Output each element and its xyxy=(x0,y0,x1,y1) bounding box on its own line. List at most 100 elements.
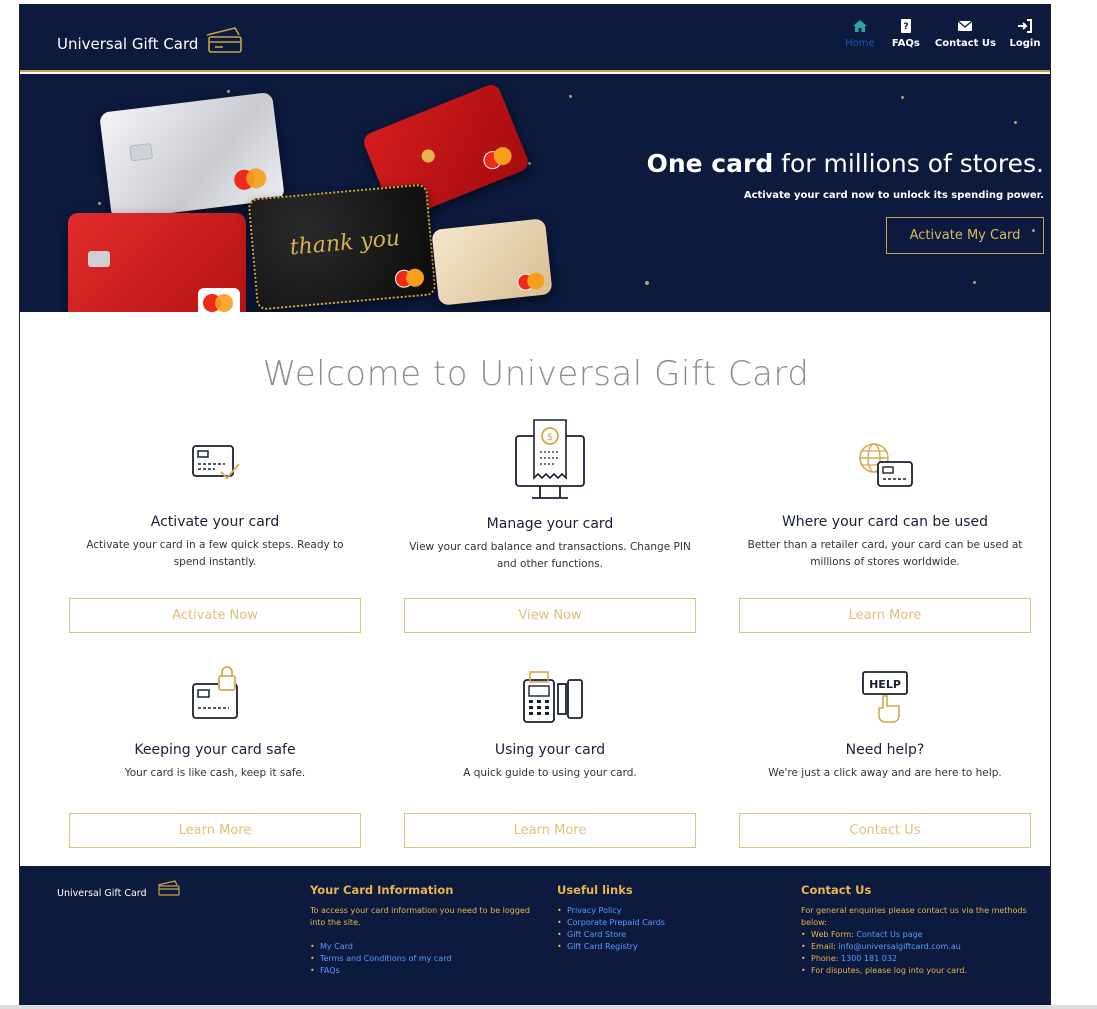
star-decoration xyxy=(901,96,904,99)
envelope-icon xyxy=(958,20,973,31)
learn-more-where-used-button[interactable]: Learn More xyxy=(739,598,1031,633)
footer-contact-list: Web Form: Contact Us page Email: info@un… xyxy=(801,929,1036,977)
nav-home-label: Home xyxy=(845,38,875,49)
feature-using: Using your card A quick guide to using y… xyxy=(404,666,696,782)
ribbon-bow-icon xyxy=(408,136,448,176)
email-label: Email: xyxy=(811,942,836,951)
footer-contact-text: For general enquiries please contact us … xyxy=(801,906,1027,927)
star-decoration xyxy=(1014,121,1017,124)
star-decoration xyxy=(645,281,649,285)
main-nav: Home ? FAQs Contact Us Login xyxy=(843,18,1042,49)
card-logo-icon xyxy=(157,880,180,896)
card-logo-icon xyxy=(206,27,242,53)
learn-more-safe-button[interactable]: Learn More xyxy=(69,813,361,848)
svg-text:$: $ xyxy=(547,432,553,443)
view-now-button[interactable]: View Now xyxy=(404,598,696,633)
footer-heading: Your Card Information xyxy=(310,883,454,897)
footer-card-links: My Card Terms and Conditions of my card … xyxy=(310,941,538,977)
feature-title: Manage your card xyxy=(486,516,614,532)
mastercard-logo-icon xyxy=(516,271,546,292)
chip-icon xyxy=(88,251,110,267)
footer-useful-list: Privacy Policy Corporate Prepaid Cards G… xyxy=(557,905,757,953)
list-item: FAQs xyxy=(310,965,538,977)
nav-contact-label: Contact Us xyxy=(934,38,996,49)
feature-activate: Activate your card Activate your card in… xyxy=(69,434,361,571)
footer-brand[interactable]: Universal Gift Card xyxy=(57,888,147,899)
web-form-label: Web Form: xyxy=(811,930,854,939)
svg-text:?: ? xyxy=(903,22,908,32)
disputes-text: For disputes, please log into your card. xyxy=(811,966,967,975)
star-decoration xyxy=(528,162,531,165)
star-decoration xyxy=(569,95,572,98)
my-card-link[interactable]: My Card xyxy=(320,942,353,951)
gift-card-store-link[interactable]: Gift Card Store xyxy=(567,930,626,939)
list-item: Terms and Conditions of my card xyxy=(310,953,538,965)
brand-name[interactable]: Universal Gift Card xyxy=(57,35,198,53)
contact-page-link[interactable]: Contact Us page xyxy=(856,930,922,939)
footer-useful-links: Useful links Privacy Policy Corporate Pr… xyxy=(557,883,757,953)
list-item: For disputes, please log into your card. xyxy=(801,965,1036,977)
list-item: Corporate Prepaid Cards xyxy=(557,917,757,929)
nav-contact[interactable]: Contact Us xyxy=(935,18,996,49)
hero-headline-bold: One card xyxy=(646,149,774,178)
corporate-cards-link[interactable]: Corporate Prepaid Cards xyxy=(567,918,665,927)
payment-terminal-icon xyxy=(523,671,583,723)
thank-you-text: thank you xyxy=(288,225,402,261)
feature-title: Using your card xyxy=(494,742,606,758)
activate-now-button[interactable]: Activate Now xyxy=(69,598,361,633)
monitor-receipt-icon: $ xyxy=(515,419,585,499)
footer-card-info: Your Card Information To access your car… xyxy=(310,883,538,977)
mastercard-logo-icon xyxy=(480,144,516,172)
nav-home[interactable]: Home xyxy=(843,18,877,49)
feature-safe: Keeping your card safe Your card is like… xyxy=(69,666,361,782)
help-sign-icon: HELP xyxy=(862,671,908,723)
help-sign-text: HELP xyxy=(869,678,901,691)
email-link[interactable]: info@universalgiftcard.com.au xyxy=(838,942,960,951)
footer-heading: Useful links xyxy=(557,883,633,897)
list-item: Web Form: Contact Us page xyxy=(801,929,1036,941)
feature-where-used: Where your card can be used Better than … xyxy=(739,434,1031,571)
list-item: Gift Card Registry xyxy=(557,941,757,953)
nav-faqs-label: FAQs xyxy=(891,38,920,49)
welcome-heading: Welcome to Universal Gift Card xyxy=(262,354,810,394)
feature-title: Keeping your card safe xyxy=(134,742,296,758)
feature-description: Better than a retailer card, your card c… xyxy=(747,539,1023,568)
nav-login[interactable]: Login xyxy=(1008,18,1042,49)
hero-banner: thank you One card for millions of store… xyxy=(20,74,1050,312)
red-gift-card xyxy=(68,213,246,312)
phone-link[interactable]: 1300 181 032 xyxy=(841,954,897,963)
list-item: Phone: 1300 181 032 xyxy=(801,953,1036,965)
login-icon xyxy=(1018,19,1032,33)
footer-heading: Contact Us xyxy=(801,883,872,897)
list-item: Privacy Policy xyxy=(557,905,757,917)
globe-card-icon xyxy=(859,443,913,487)
footer-card-info-text: To access your card information you need… xyxy=(310,906,530,927)
site-footer: Universal Gift Card Your Card Informatio… xyxy=(20,866,1050,1009)
top-nav-bar: Universal Gift Card Home ? FAQs Contact … xyxy=(20,4,1050,72)
feature-title: Activate your card xyxy=(150,514,280,530)
faqs-link[interactable]: FAQs xyxy=(320,966,340,975)
contact-us-button[interactable]: Contact Us xyxy=(739,813,1031,848)
faq-icon: ? xyxy=(900,19,911,33)
nav-login-label: Login xyxy=(1009,38,1041,49)
feature-description: We're just a click away and are here to … xyxy=(768,767,1002,779)
privacy-policy-link[interactable]: Privacy Policy xyxy=(567,906,622,915)
mastercard-logo-icon xyxy=(394,268,425,289)
mastercard-logo-icon xyxy=(198,288,240,312)
feature-title: Need help? xyxy=(845,742,925,758)
star-decoration xyxy=(973,281,976,284)
hero-headline: One card for millions of stores. xyxy=(647,149,1044,178)
feature-description: A quick guide to using your card. xyxy=(463,767,637,779)
chip-icon xyxy=(129,142,154,162)
feature-description: Activate your card in a few quick steps.… xyxy=(86,539,344,568)
feature-title: Where your card can be used xyxy=(781,514,989,530)
activate-my-card-button[interactable]: Activate My Card xyxy=(886,217,1044,254)
gift-card-registry-link[interactable]: Gift Card Registry xyxy=(567,942,638,951)
hero-headline-rest: for millions of stores. xyxy=(781,149,1044,178)
terms-link[interactable]: Terms and Conditions of my card xyxy=(320,954,451,963)
footer-contact: Contact Us For general enquiries please … xyxy=(801,883,1036,977)
page-frame: Universal Gift Card Home ? FAQs Contact … xyxy=(19,4,1051,1009)
nav-faqs[interactable]: ? FAQs xyxy=(889,18,923,49)
learn-more-using-button[interactable]: Learn More xyxy=(404,813,696,848)
hero-subtitle: Activate your card now to unlock its spe… xyxy=(743,190,1044,201)
